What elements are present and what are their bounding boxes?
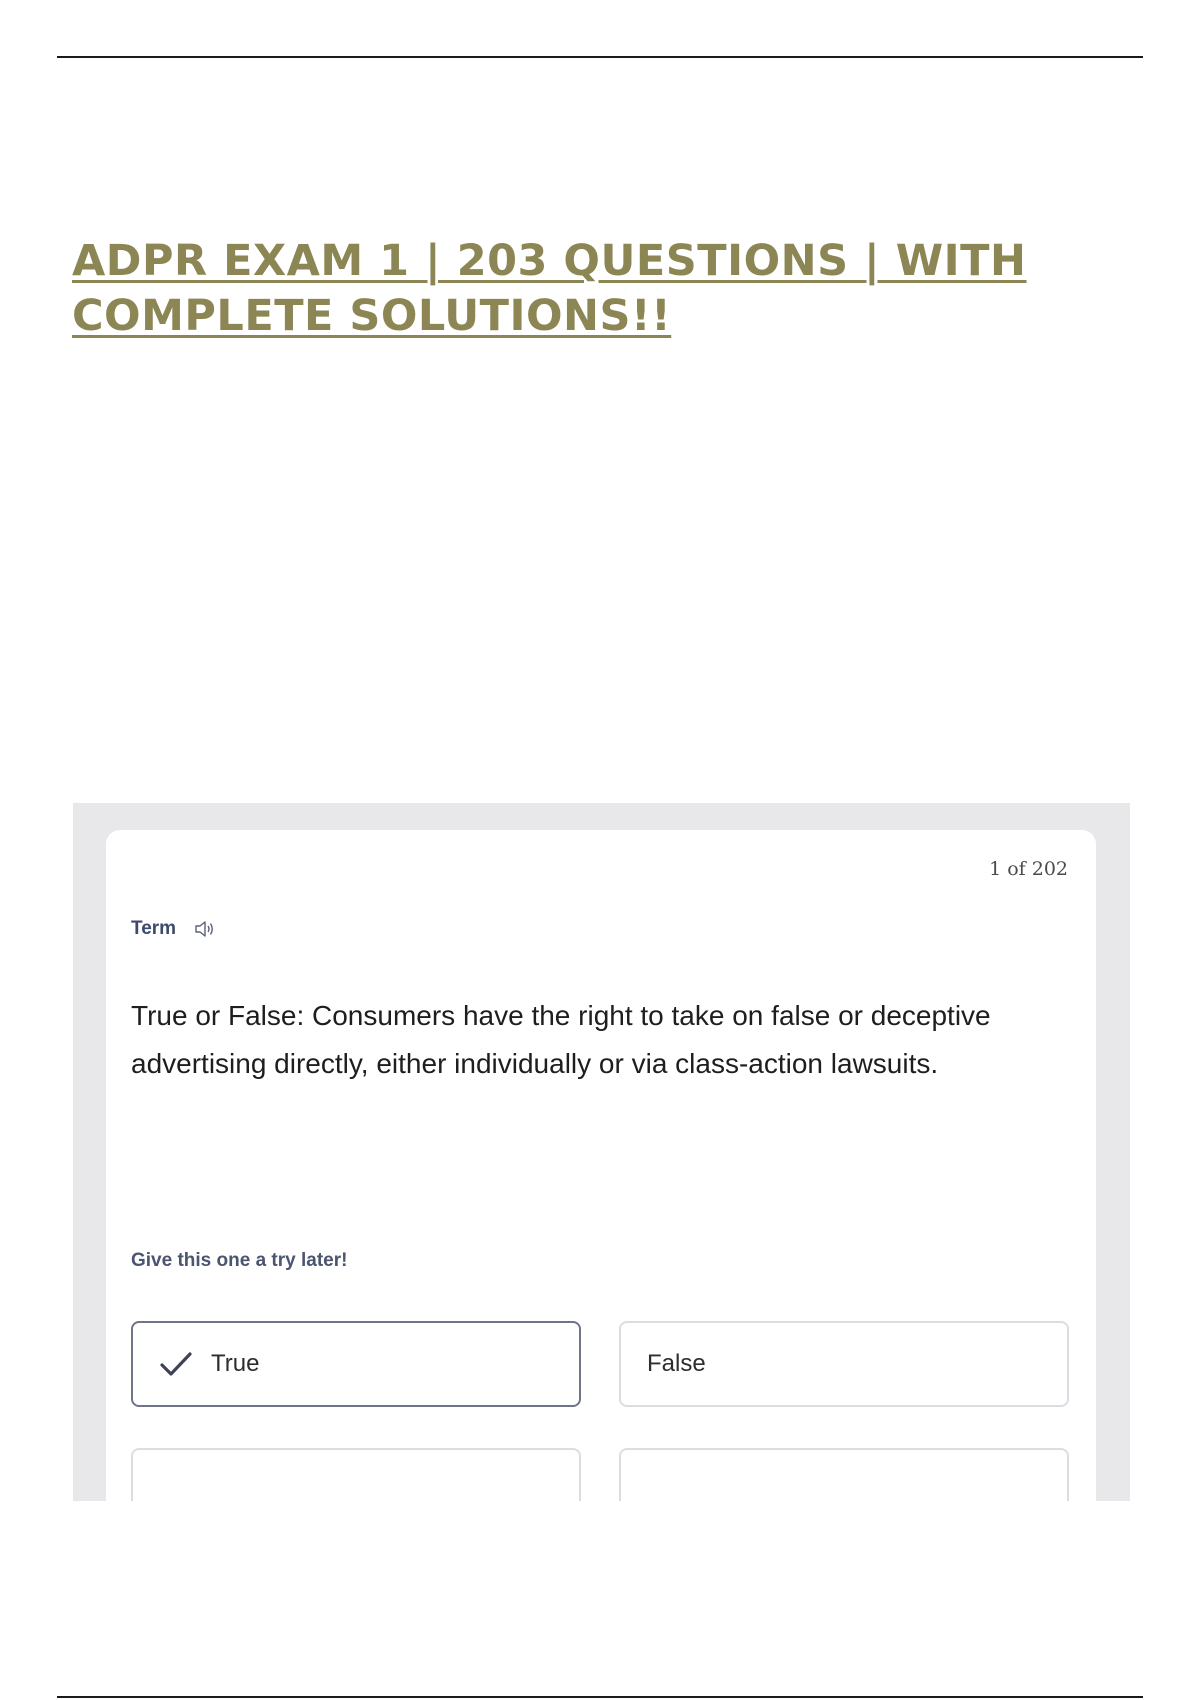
- option-empty[interactable]: [131, 1448, 581, 1501]
- hint-text: Give this one a try later!: [131, 1250, 348, 1271]
- document-title: ADPR EXAM 1 | 203 QUESTIONS | WITH COMPL…: [72, 236, 1027, 341]
- question-text: True or False: Consumers have the right …: [131, 1000, 991, 1079]
- bottom-rule: [57, 1696, 1143, 1698]
- option-label: False: [647, 1350, 706, 1377]
- top-rule: [57, 56, 1143, 58]
- option-empty[interactable]: [619, 1448, 1069, 1501]
- option-label: True: [211, 1350, 260, 1377]
- option-true[interactable]: True: [131, 1321, 581, 1407]
- flashcard: 1 of 202 Term True or False: Consumers h…: [106, 830, 1096, 1501]
- term-row: Term: [131, 918, 216, 940]
- check-icon: [159, 1349, 193, 1379]
- speaker-icon[interactable]: [194, 919, 216, 939]
- flashcard-screenshot: 1 of 202 Term True or False: Consumers h…: [73, 803, 1130, 1501]
- term-label: Term: [131, 918, 177, 939]
- card-counter: 1 of 202: [989, 858, 1068, 880]
- option-false[interactable]: False: [619, 1321, 1069, 1407]
